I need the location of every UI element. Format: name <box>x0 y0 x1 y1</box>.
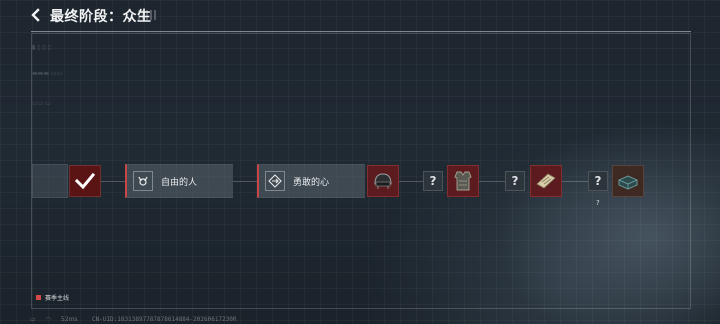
horned-emblem-icon <box>133 171 153 191</box>
ping-text: 52ms <box>60 316 78 323</box>
reward-hint: ? <box>596 199 600 207</box>
locked-node[interactable]: ? <box>588 171 608 191</box>
checkmark-icon <box>74 172 96 190</box>
legend: 赛季主线 <box>36 293 69 302</box>
supply-case-icon <box>618 175 638 190</box>
route-connector <box>479 181 505 182</box>
reward-claimed[interactable] <box>69 165 101 197</box>
back-arrow-icon <box>31 8 40 22</box>
wifi-icon: ◠ <box>45 316 51 323</box>
route-connector <box>101 181 125 182</box>
header-divider <box>31 31 691 32</box>
legend-label: 赛季主线 <box>45 295 70 302</box>
status-bar: ▭ ◠ 52ms <box>30 316 88 323</box>
hud-decoration: ▭▭ ▭ <box>32 100 51 107</box>
reward-helmet[interactable] <box>367 165 399 197</box>
reward-document[interactable] <box>530 165 562 197</box>
mission-node-brave-heart[interactable]: 勇敢的心 <box>257 164 365 198</box>
title-decoration <box>138 10 158 20</box>
route-connector <box>233 181 257 182</box>
hud-decoration: ▬▬▬ ▭▭ <box>32 70 63 77</box>
legend-swatch <box>36 295 41 300</box>
hud-decoration: ▮ ▯ ▯ ▯ <box>32 44 51 51</box>
route-connector <box>562 181 588 182</box>
armor-vest-icon <box>454 171 472 191</box>
document-icon <box>536 173 556 189</box>
uid-text: CN-UID:18313897787878614884-20260617230R <box>92 316 237 323</box>
locked-node[interactable]: ? <box>423 171 443 191</box>
page-title: 最终阶段：众生 <box>50 9 152 25</box>
route-connector <box>399 181 423 182</box>
back-button[interactable] <box>28 7 44 23</box>
mission-label: 勇敢的心 <box>293 177 330 188</box>
battery-icon: ▭ <box>30 316 36 323</box>
mission-label: 自由的人 <box>161 177 198 188</box>
route-node-start[interactable] <box>32 164 68 198</box>
locked-node[interactable]: ? <box>505 171 525 191</box>
reward-armor-vest[interactable] <box>447 165 479 197</box>
reward-supply-case[interactable] <box>612 165 644 197</box>
helmet-icon <box>374 173 392 189</box>
mission-node-free-man[interactable]: 自由的人 <box>125 164 233 198</box>
diamond-arrow-icon <box>265 171 285 191</box>
